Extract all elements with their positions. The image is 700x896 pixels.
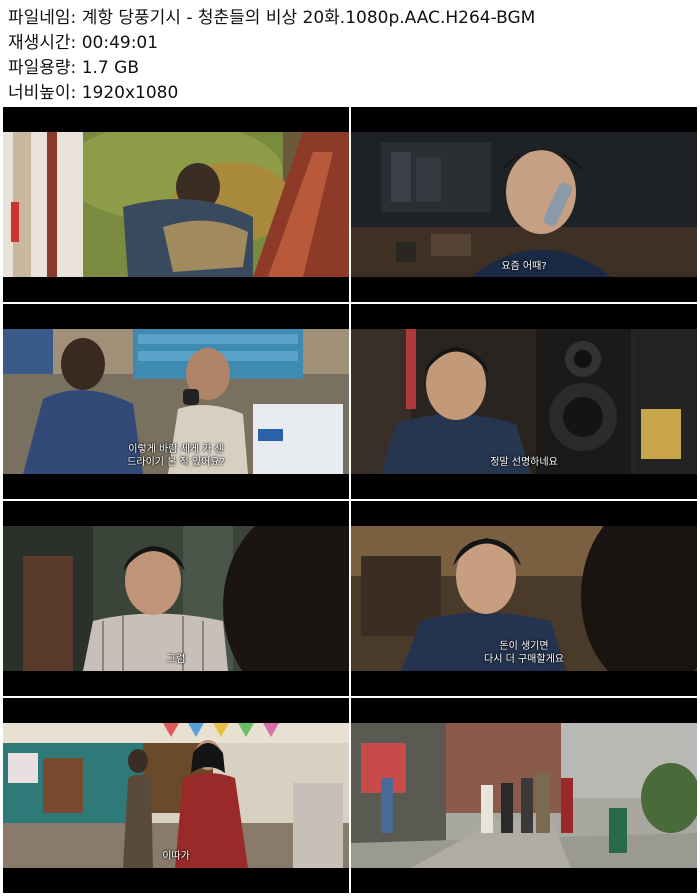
duration-value: 00:49:01	[81, 33, 159, 53]
size-value: 1.7 GB	[81, 58, 139, 78]
filename-row: 파일네임: 계항 당풍기시 - 청춘들의 비상 20화.1080p.AAC.H2…	[8, 6, 535, 31]
resolution-row: 너비높이: 1920x1080	[8, 81, 535, 106]
filename-label: 파일네임:	[8, 8, 77, 28]
frame-image	[351, 723, 697, 868]
thumbnail-grid: 요즘 어때? 이렇게 바람 세게 가 센 드라이기 본 적 있어요? 정말 선명…	[3, 107, 697, 896]
subtitle-text: 요즘 어때?	[501, 261, 547, 272]
subtitle-text: 이따가	[162, 851, 190, 862]
size-label: 파일용량:	[8, 58, 77, 78]
subtitle-text: 정말 선명하네요	[490, 457, 558, 468]
resolution-label: 너비높이:	[8, 83, 77, 103]
thumbnail-frame-6: 돈이 생기면 다시 더 구매할게요	[351, 501, 697, 696]
thumbnail-frame-1	[3, 107, 349, 302]
file-info-header: 파일네임: 계항 당풍기시 - 청춘들의 비상 20화.1080p.AAC.H2…	[8, 6, 535, 106]
frame-image: 이렇게 바람 세게 가 센 드라이기 본 적 있어요?	[3, 329, 349, 474]
size-row: 파일용량: 1.7 GB	[8, 56, 535, 81]
thumbnail-frame-3: 이렇게 바람 세게 가 센 드라이기 본 적 있어요?	[3, 304, 349, 499]
frame-image: 돈이 생기면 다시 더 구매할게요	[351, 526, 697, 671]
thumbnail-frame-8	[351, 698, 697, 893]
frame-image: 이따가	[3, 723, 349, 868]
thumbnail-frame-5: 그럼	[3, 501, 349, 696]
duration-row: 재생시간: 00:49:01	[8, 31, 535, 56]
subtitle-text-line-2: 다시 더 구매할게요	[484, 654, 564, 665]
thumbnail-frame-4: 정말 선명하네요	[351, 304, 697, 499]
subtitle-text-line-1: 이렇게 바람 세게 가 센	[128, 444, 224, 455]
subtitle-text-line-1: 돈이 생기면	[499, 641, 549, 652]
thumbnail-frame-2: 요즘 어때?	[351, 107, 697, 302]
frame-image: 정말 선명하네요	[351, 329, 697, 474]
frame-image: 요즘 어때?	[351, 132, 697, 277]
frame-image: 그럼	[3, 526, 349, 671]
frame-image	[3, 132, 349, 277]
subtitle-text: 그럼	[166, 654, 186, 665]
filename-value: 계항 당풍기시 - 청춘들의 비상 20화.1080p.AAC.H264-BGM	[81, 8, 536, 28]
resolution-value: 1920x1080	[81, 83, 179, 103]
thumbnail-frame-7: 이따가	[3, 698, 349, 893]
duration-label: 재생시간:	[8, 33, 77, 53]
subtitle-text-line-2: 드라이기 본 적 있어요?	[127, 457, 225, 468]
